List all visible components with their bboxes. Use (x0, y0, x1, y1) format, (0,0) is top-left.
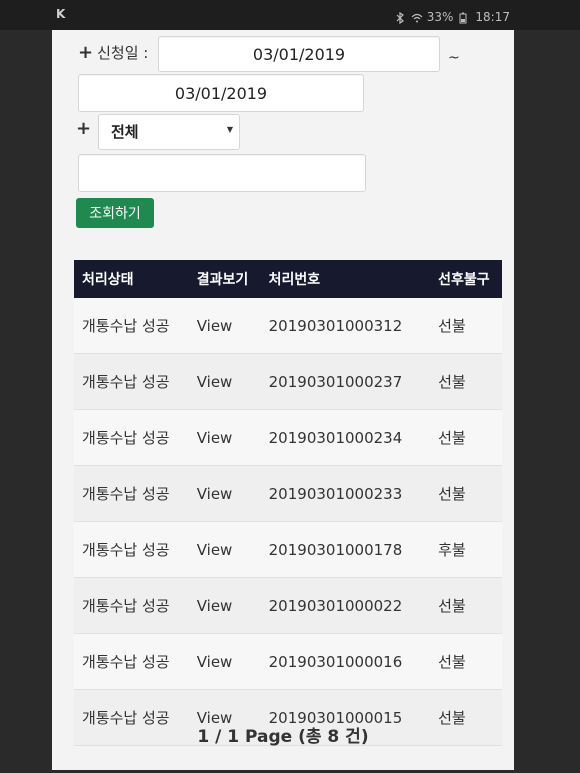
search-text-input[interactable] (78, 154, 366, 192)
cell-number: 20190301000312 (268, 316, 403, 335)
cell-payment-type: 후불 (438, 541, 466, 559)
table-row: 개통수납 성공 View 20190301000234 선불 (74, 409, 502, 466)
table-row: 개통수납 성공 View 20190301000233 선불 (74, 465, 502, 522)
cell-number: 20190301000233 (268, 484, 403, 503)
cell-status: 개통수납 성공 (82, 653, 170, 671)
header-view: 결과보기 (196, 272, 249, 288)
bluetooth-icon (395, 11, 405, 25)
date-from-value: 03/01/2019 (252, 44, 346, 64)
date-filter-label-row: + 신청일 : (78, 42, 148, 63)
header-status: 처리상태 (82, 272, 134, 288)
cell-status: 개통수납 성공 (82, 373, 170, 391)
date-range-separator: ~ (448, 50, 460, 66)
table-row: 개통수납 성공 View 20190301000016 선불 (74, 633, 502, 690)
cell-status: 개통수납 성공 (82, 597, 170, 615)
add-icon[interactable]: + (76, 120, 91, 138)
date-to-value: 03/01/2019 (174, 83, 268, 103)
search-text-value (79, 155, 365, 191)
battery-percent: 33% (426, 10, 454, 24)
table-row: 개통수납 성공 View 20190301000237 선불 (74, 353, 502, 410)
category-selected-value: 전체 (111, 123, 139, 141)
app-notification-icon: K (56, 7, 66, 21)
cell-status: 개통수납 성공 (82, 317, 170, 335)
cell-payment-type: 선불 (438, 653, 466, 671)
cell-payment-type: 선불 (438, 373, 466, 391)
cell-number: 20190301000234 (268, 428, 403, 447)
view-link[interactable]: View (189, 410, 261, 466)
view-link[interactable]: View (189, 354, 261, 410)
cell-number: 20190301000016 (268, 652, 403, 671)
add-icon[interactable]: + (78, 43, 93, 62)
battery-icon (459, 12, 469, 24)
app-screen: + 신청일 : 03/01/2019 ~ 03/01/2019 + 전체 ▼ 조… (52, 30, 514, 770)
wifi-icon (411, 12, 423, 23)
date-label: 신청일 : (97, 44, 149, 62)
view-link[interactable]: View (189, 578, 261, 634)
cell-number: 20190301000022 (268, 596, 403, 615)
cell-payment-type: 선불 (438, 485, 466, 503)
header-payment-type: 선후불구 (438, 272, 490, 288)
table-row: 개통수납 성공 View 20190301000312 선불 (74, 298, 502, 354)
search-button[interactable]: 조회하기 (76, 198, 154, 228)
cell-status: 개통수납 성공 (82, 429, 170, 447)
view-link[interactable]: View (189, 298, 261, 354)
cell-number: 20190301000237 (268, 372, 403, 391)
category-select[interactable]: 전체 ▼ (98, 114, 240, 150)
status-bar: K 33% 18:17 (0, 0, 580, 30)
category-filter-row: + (76, 120, 95, 138)
view-link[interactable]: View (189, 522, 261, 578)
table-row: 개통수납 성공 View 20190301000178 후불 (74, 521, 502, 578)
pagination-summary: 1 / 1 Page (총 8 건) (197, 727, 369, 747)
cell-payment-type: 선불 (438, 317, 466, 335)
cell-status: 개통수납 성공 (82, 541, 170, 559)
view-link[interactable]: View (189, 466, 261, 522)
cell-status: 개통수납 성공 (82, 485, 170, 503)
results-table: 처리상태 결과보기 처리번호 선후불구 개통수납 성공 View 2019030… (74, 260, 502, 746)
cell-number: 20190301000178 (268, 540, 403, 559)
table-row: 개통수납 성공 View 20190301000022 선불 (74, 577, 502, 634)
table-header-row: 처리상태 결과보기 처리번호 선후불구 (74, 260, 502, 298)
date-from-input[interactable]: 03/01/2019 (158, 36, 440, 72)
date-to-input[interactable]: 03/01/2019 (78, 74, 364, 112)
view-link[interactable]: View (189, 634, 261, 690)
cell-payment-type: 선불 (438, 429, 466, 447)
clock: 18:17 (475, 10, 510, 24)
header-number: 처리번호 (268, 272, 321, 288)
dropdown-chevron-icon: ▼ (226, 125, 233, 134)
cell-payment-type: 선불 (438, 597, 466, 615)
